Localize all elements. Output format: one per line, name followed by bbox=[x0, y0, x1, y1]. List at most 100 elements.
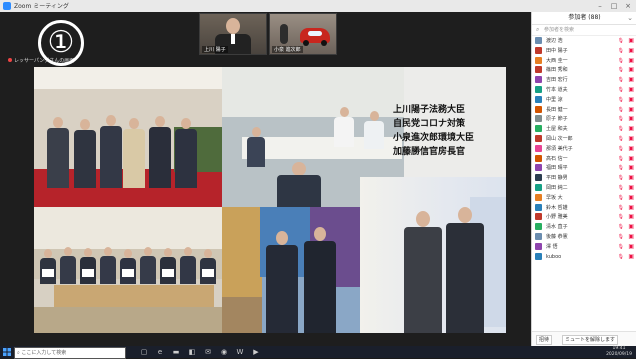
avatar bbox=[535, 115, 542, 123]
participant-row[interactable]: 大西 圭一 🎙 ▣ bbox=[532, 56, 636, 66]
video-off-icon[interactable]: ▣ bbox=[628, 155, 634, 163]
participant-row[interactable]: 吉田 宏行 🎙 ▣ bbox=[532, 75, 636, 85]
participant-row[interactable]: 土屋 和夫 🎙 ▣ bbox=[532, 124, 636, 134]
mic-muted-icon[interactable]: 🎙 bbox=[618, 223, 624, 231]
mic-muted-icon[interactable]: 🎙 bbox=[618, 76, 624, 84]
video-off-icon[interactable]: ▣ bbox=[628, 37, 634, 45]
video-off-icon[interactable]: ▣ bbox=[628, 47, 634, 55]
mic-muted-icon[interactable]: 🎙 bbox=[618, 57, 624, 65]
video-off-icon[interactable]: ▣ bbox=[628, 96, 634, 104]
mic-muted-icon[interactable]: 🎙 bbox=[618, 194, 624, 202]
taskbar-search-input[interactable]: ⌕ ここに入力して検索 bbox=[14, 347, 126, 359]
video-thumbnail-1[interactable]: 上川 陽子 bbox=[199, 13, 267, 55]
participant-row[interactable]: 福田 晴平 🎙 ▣ bbox=[532, 163, 636, 173]
mic-muted-icon[interactable]: 🎙 bbox=[618, 37, 624, 45]
mic-muted-icon[interactable]: 🎙 bbox=[618, 106, 624, 114]
participant-row[interactable]: 清水 直子 🎙 ▣ bbox=[532, 222, 636, 232]
avatar bbox=[535, 193, 542, 201]
participant-row[interactable]: 田中 陽子 🎙 ▣ bbox=[532, 46, 636, 56]
participant-row[interactable]: 小野 雅美 🎙 ▣ bbox=[532, 212, 636, 222]
mic-muted-icon[interactable]: 🎙 bbox=[618, 174, 624, 182]
participant-row[interactable]: 中里 涼 🎙 ▣ bbox=[532, 95, 636, 105]
participant-row[interactable]: 岡田 純二 🎙 ▣ bbox=[532, 183, 636, 193]
mic-muted-icon[interactable]: 🎙 bbox=[618, 233, 624, 241]
close-icon[interactable]: × bbox=[622, 1, 634, 11]
maximize-icon[interactable]: □ bbox=[608, 1, 620, 11]
mic-muted-icon[interactable]: 🎙 bbox=[618, 86, 624, 94]
video-thumbnail-2[interactable]: 小泉 進次郎 bbox=[269, 13, 337, 55]
participant-search[interactable]: ⌕ 参加者を検索 bbox=[532, 25, 636, 36]
mic-muted-icon[interactable]: 🎙 bbox=[618, 115, 624, 123]
video-off-icon[interactable]: ▣ bbox=[628, 243, 634, 251]
mic-muted-icon[interactable]: 🎙 bbox=[618, 135, 624, 143]
participant-name: 那須 美代子 bbox=[546, 145, 573, 152]
chrome-icon[interactable]: ◉ bbox=[220, 348, 228, 356]
file-explorer-icon[interactable]: ▬ bbox=[172, 348, 180, 356]
participant-row[interactable]: 竹本 道夫 🎙 ▣ bbox=[532, 85, 636, 95]
mic-muted-icon[interactable]: 🎙 bbox=[618, 96, 624, 104]
participant-list: ⌕ 参加者を検索 渡辺 浩 🎙 ▣ 田中 陽子 🎙 ▣ 大西 圭一 🎙 ▣ 篠田 秀和 🎙 ▣ 吉田 宏… bbox=[532, 25, 636, 332]
word-icon[interactable]: W bbox=[236, 348, 244, 356]
participant-name: 清水 直子 bbox=[546, 224, 568, 231]
mic-muted-icon[interactable]: 🎙 bbox=[618, 155, 624, 163]
search-icon: ⌕ bbox=[17, 350, 20, 356]
avatar bbox=[535, 85, 542, 93]
participant-row[interactable]: 長田 健一 🎙 ▣ bbox=[532, 105, 636, 115]
video-off-icon[interactable]: ▣ bbox=[628, 233, 634, 241]
store-icon[interactable]: ◧ bbox=[188, 348, 196, 356]
video-off-icon[interactable]: ▣ bbox=[628, 135, 634, 143]
avatar bbox=[535, 203, 542, 211]
minimize-icon[interactable]: – bbox=[594, 1, 606, 11]
mic-muted-icon[interactable]: 🎙 bbox=[618, 204, 624, 212]
task-view-icon[interactable]: ▢ bbox=[140, 348, 148, 356]
edge-browser-icon[interactable]: e bbox=[156, 348, 164, 356]
participant-row[interactable]: 澤 悟 🎙 ▣ bbox=[532, 242, 636, 252]
video-off-icon[interactable]: ▣ bbox=[628, 223, 634, 231]
mic-muted-icon[interactable]: 🎙 bbox=[618, 164, 624, 172]
participant-row[interactable]: 平田 静男 🎙 ▣ bbox=[532, 173, 636, 183]
video-off-icon[interactable]: ▣ bbox=[628, 86, 634, 94]
participant-row[interactable]: 鈴木 哲雄 🎙 ▣ bbox=[532, 203, 636, 213]
video-off-icon[interactable]: ▣ bbox=[628, 125, 634, 133]
unmute-button[interactable]: ミュートを解除します bbox=[562, 335, 619, 345]
video-off-icon[interactable]: ▣ bbox=[628, 57, 634, 65]
video-off-icon[interactable]: ▣ bbox=[628, 76, 634, 84]
participant-name: 岡田 純二 bbox=[546, 184, 568, 191]
mic-muted-icon[interactable]: 🎙 bbox=[618, 145, 624, 153]
mic-muted-icon[interactable]: 🎙 bbox=[618, 184, 624, 192]
window-titlebar: Zoom ミーティング – □ × bbox=[0, 0, 636, 12]
invite-button[interactable]: 招待 bbox=[536, 335, 553, 345]
video-off-icon[interactable]: ▣ bbox=[628, 194, 634, 202]
participant-row[interactable]: 那須 美代子 🎙 ▣ bbox=[532, 144, 636, 154]
mic-muted-icon[interactable]: 🎙 bbox=[618, 253, 624, 261]
panel-collapse-icon[interactable]: ⌄ bbox=[627, 12, 633, 24]
windows-start-icon[interactable] bbox=[3, 348, 11, 356]
video-off-icon[interactable]: ▣ bbox=[628, 204, 634, 212]
participant-row[interactable]: 岡山 次一郎 🎙 ▣ bbox=[532, 134, 636, 144]
mail-icon[interactable]: ✉ bbox=[204, 348, 212, 356]
participant-row[interactable]: 高石 信一 🎙 ▣ bbox=[532, 154, 636, 164]
participant-row[interactable]: 篠田 秀和 🎙 ▣ bbox=[532, 65, 636, 75]
mic-muted-icon[interactable]: 🎙 bbox=[618, 125, 624, 133]
participant-row[interactable]: 早坂 大 🎙 ▣ bbox=[532, 193, 636, 203]
mic-muted-icon[interactable]: 🎙 bbox=[618, 47, 624, 55]
video-off-icon[interactable]: ▣ bbox=[628, 66, 634, 74]
mic-muted-icon[interactable]: 🎙 bbox=[618, 213, 624, 221]
mic-muted-icon[interactable]: 🎙 bbox=[618, 66, 624, 74]
video-off-icon[interactable]: ▣ bbox=[628, 253, 634, 261]
participant-row[interactable]: 渡辺 浩 🎙 ▣ bbox=[532, 36, 636, 46]
video-off-icon[interactable]: ▣ bbox=[628, 184, 634, 192]
participant-row[interactable]: 原子 節子 🎙 ▣ bbox=[532, 114, 636, 124]
video-off-icon[interactable]: ▣ bbox=[628, 145, 634, 153]
participant-row[interactable]: kuboo 🎙 ▣ bbox=[532, 252, 636, 262]
video-off-icon[interactable]: ▣ bbox=[628, 164, 634, 172]
participant-row[interactable]: 後藤 恭憲 🎙 ▣ bbox=[532, 232, 636, 242]
participants-header: 参加者 (88) ⌄ bbox=[532, 12, 636, 25]
mic-muted-icon[interactable]: 🎙 bbox=[618, 243, 624, 251]
avatar bbox=[535, 95, 542, 103]
video-off-icon[interactable]: ▣ bbox=[628, 106, 634, 114]
video-off-icon[interactable]: ▣ bbox=[628, 213, 634, 221]
zoom-taskbar-icon[interactable]: ▶ bbox=[252, 348, 260, 356]
video-off-icon[interactable]: ▣ bbox=[628, 115, 634, 123]
video-off-icon[interactable]: ▣ bbox=[628, 174, 634, 182]
